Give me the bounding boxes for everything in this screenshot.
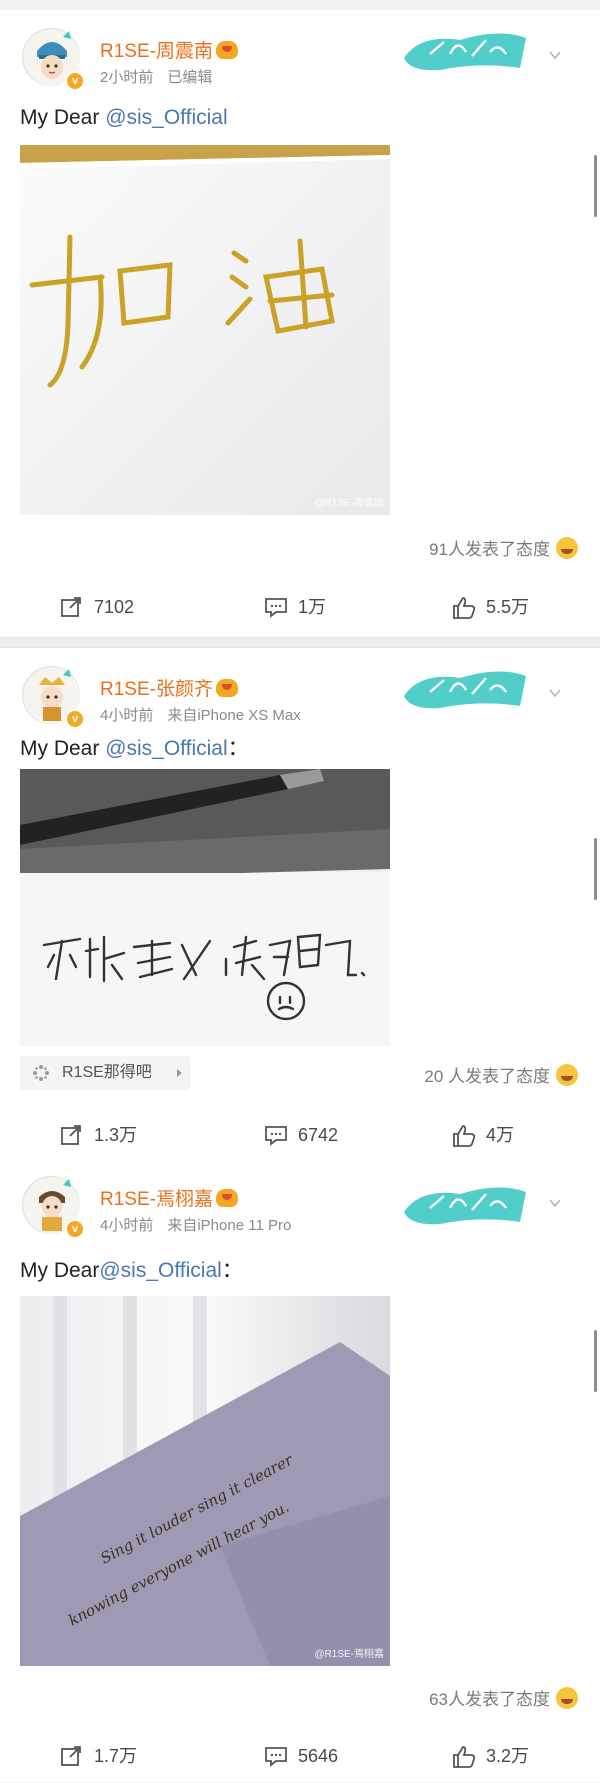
post-time: 4小时前 <box>100 707 154 724</box>
action-bar: 1.3万 6742 4万 <box>0 1113 600 1157</box>
crown-icon <box>215 679 238 697</box>
repost-button[interactable]: 1.3万 <box>60 1113 180 1157</box>
post-header: v R1SE-焉栩嘉 4小时前 来自iPhone 11 Pro <box>20 1172 580 1239</box>
repost-button[interactable]: 7102 <box>60 585 180 629</box>
comment-button[interactable]: 5646 <box>264 1734 384 1778</box>
post-time: 2小时前 <box>100 69 154 86</box>
username[interactable]: R1SE-焉栩嘉 <box>100 1184 238 1211</box>
weibo-post: v R1SE-周震南 2小时前 已编辑 My Dear @sis_Official <box>0 10 600 637</box>
mention-link[interactable]: @sis_Official <box>105 737 227 760</box>
chevron-down-icon[interactable] <box>548 1196 562 1210</box>
post-image[interactable]: Sing it louder sing it clearer knowing e… <box>20 1296 390 1666</box>
post-meta: 4小时前 来自iPhone 11 Pro <box>100 1214 291 1235</box>
topic-icon <box>33 1065 49 1081</box>
post-meta: 4小时前 来自iPhone XS Max <box>100 704 301 725</box>
action-bar: 7102 1万 5.5万 <box>0 585 600 629</box>
avatar[interactable]: v <box>22 1176 85 1239</box>
verified-badge-icon: v <box>65 1219 85 1239</box>
supertopic-tag[interactable]: R1SE那得吧 <box>20 1056 190 1090</box>
like-button[interactable]: 4万 <box>452 1113 572 1157</box>
scrollbar[interactable] <box>594 155 597 217</box>
avatar[interactable]: v <box>22 28 85 91</box>
verified-badge-icon: v <box>65 709 85 729</box>
username[interactable]: R1SE-周震南 <box>100 36 238 63</box>
avatar[interactable]: v <box>22 666 85 729</box>
post-separator <box>0 637 600 648</box>
thumbs-up-icon <box>453 597 476 619</box>
like-button[interactable]: 5.5万 <box>452 585 572 629</box>
repost-icon <box>61 1125 81 1145</box>
action-bar: 1.7万 5646 3.2万 <box>0 1734 600 1778</box>
post-image[interactable] <box>20 769 390 1046</box>
post-header: v R1SE-周震南 2小时前 已编辑 <box>20 24 580 91</box>
chevron-down-icon[interactable] <box>548 48 562 62</box>
crown-icon <box>215 1189 238 1207</box>
fan-card-decoration <box>404 671 526 709</box>
reactions-summary[interactable]: 20 人发表了态度 <box>424 1062 578 1087</box>
weibo-feed: v R1SE-周震南 2小时前 已编辑 My Dear @sis_Official <box>0 10 600 1782</box>
mention-link[interactable]: @sis_Official <box>105 106 227 129</box>
repost-button[interactable]: 1.7万 <box>60 1734 180 1778</box>
fan-card-decoration <box>404 1187 526 1225</box>
post-header: v R1SE-张颜齐 4小时前 来自iPhone XS Max <box>20 662 580 729</box>
comment-icon <box>265 1747 287 1767</box>
weibo-post: v R1SE-张颜齐 4小时前 来自iPhone XS Max My Dear @… <box>0 648 600 1170</box>
scrollbar[interactable] <box>594 1330 597 1392</box>
arrow-right-icon <box>177 1069 182 1077</box>
mention-link[interactable]: @sis_Official <box>99 1259 221 1282</box>
laugh-emoji-icon <box>556 537 578 559</box>
image-watermark: @R1SE-周震南 <box>314 498 384 509</box>
fan-card-decoration <box>404 33 526 71</box>
post-time: 4小时前 <box>100 1217 154 1234</box>
verified-badge-icon: v <box>65 71 85 91</box>
reactions-summary[interactable]: 91人发表了态度 <box>429 535 578 560</box>
username[interactable]: R1SE-张颜齐 <box>100 674 238 701</box>
comment-icon <box>265 598 287 618</box>
like-button[interactable]: 3.2万 <box>452 1734 572 1778</box>
chevron-down-icon[interactable] <box>548 686 562 700</box>
post-source: 来自iPhone 11 Pro <box>167 1217 292 1234</box>
post-text: My Dear @sis_Official <box>20 106 228 129</box>
scrollbar[interactable] <box>594 838 597 900</box>
post-source: 已编辑 <box>167 69 213 86</box>
post-image[interactable]: @R1SE-周震南 <box>20 145 390 515</box>
crown-icon <box>215 41 238 59</box>
thumbs-up-icon <box>453 1746 476 1768</box>
laugh-emoji-icon <box>556 1687 578 1709</box>
repost-icon <box>61 597 81 617</box>
post-text: My Dear @sis_Official： <box>20 737 249 760</box>
laugh-emoji-icon <box>556 1064 578 1086</box>
weibo-post: v R1SE-焉栩嘉 4小时前 来自iPhone 11 Pro My Dear@s… <box>0 1170 600 1782</box>
reactions-summary[interactable]: 63人发表了态度 <box>429 1685 578 1710</box>
post-source: 来自iPhone XS Max <box>167 707 301 724</box>
thumbs-up-icon <box>453 1125 476 1147</box>
comment-button[interactable]: 1万 <box>264 585 384 629</box>
comment-button[interactable]: 6742 <box>264 1113 384 1157</box>
post-text: My Dear@sis_Official： <box>20 1259 243 1282</box>
post-meta: 2小时前 已编辑 <box>100 66 212 87</box>
repost-icon <box>61 1746 81 1766</box>
comment-icon <box>265 1126 287 1146</box>
image-watermark: @R1SE-焉栩嘉 <box>314 1649 384 1660</box>
